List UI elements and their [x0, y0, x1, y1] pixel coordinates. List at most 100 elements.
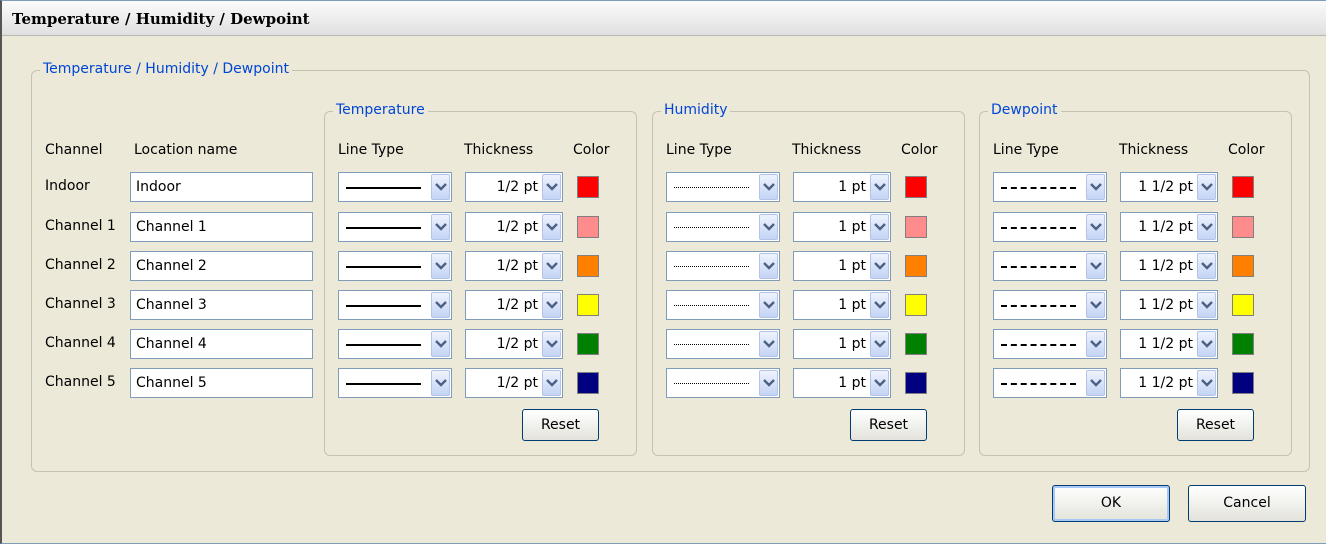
combo-arrow-button[interactable] — [542, 292, 561, 318]
color-swatch[interactable] — [1232, 255, 1254, 277]
combo-arrow-button[interactable] — [431, 292, 450, 318]
location-name-field[interactable]: Channel 3 — [130, 290, 313, 320]
combo-arrow-button[interactable] — [1086, 331, 1105, 357]
thickness-select[interactable]: 1/2 pt — [465, 368, 563, 398]
combo-arrow-button[interactable] — [759, 292, 778, 318]
color-swatch[interactable] — [905, 333, 927, 355]
combo-arrow-button[interactable] — [1197, 174, 1216, 200]
line-type-select[interactable] — [993, 251, 1107, 281]
combo-arrow-button[interactable] — [1086, 174, 1105, 200]
thickness-select[interactable]: 1 1/2 pt — [1120, 329, 1218, 359]
line-type-select[interactable] — [993, 290, 1107, 320]
color-swatch[interactable] — [577, 255, 599, 277]
thickness-select[interactable]: 1/2 pt — [465, 172, 563, 202]
thickness-select[interactable]: 1/2 pt — [465, 212, 563, 242]
line-type-select[interactable] — [993, 172, 1107, 202]
combo-arrow-button[interactable] — [870, 214, 889, 240]
color-swatch[interactable] — [905, 294, 927, 316]
line-type-select[interactable] — [338, 290, 452, 320]
line-type-select[interactable] — [338, 212, 452, 242]
combo-arrow-button[interactable] — [759, 174, 778, 200]
thickness-select[interactable]: 1/2 pt — [465, 290, 563, 320]
color-swatch[interactable] — [905, 372, 927, 394]
combo-arrow-button[interactable] — [431, 214, 450, 240]
line-type-select[interactable] — [666, 251, 780, 281]
thickness-select[interactable]: 1 pt — [793, 172, 891, 202]
color-swatch[interactable] — [577, 372, 599, 394]
color-swatch[interactable] — [577, 333, 599, 355]
combo-arrow-button[interactable] — [431, 253, 450, 279]
combo-arrow-button[interactable] — [1086, 214, 1105, 240]
combo-arrow-button[interactable] — [1086, 370, 1105, 396]
combo-arrow-button[interactable] — [870, 174, 889, 200]
combo-arrow-button[interactable] — [1197, 292, 1216, 318]
combo-arrow-button[interactable] — [1197, 370, 1216, 396]
combo-arrow-button[interactable] — [870, 253, 889, 279]
combo-arrow-button[interactable] — [870, 292, 889, 318]
combo-arrow-button[interactable] — [759, 370, 778, 396]
thickness-select[interactable]: 1 pt — [793, 290, 891, 320]
thickness-select[interactable]: 1 pt — [793, 368, 891, 398]
line-type-select[interactable] — [338, 368, 452, 398]
color-swatch[interactable] — [905, 255, 927, 277]
combo-arrow-button[interactable] — [431, 174, 450, 200]
thickness-select[interactable]: 1 1/2 pt — [1120, 251, 1218, 281]
location-name-field[interactable]: Channel 1 — [130, 212, 313, 242]
color-swatch[interactable] — [577, 176, 599, 198]
temperature-reset-button[interactable]: Reset — [522, 409, 599, 441]
thickness-select[interactable]: 1 1/2 pt — [1120, 290, 1218, 320]
thickness-select[interactable]: 1 pt — [793, 329, 891, 359]
color-swatch[interactable] — [1232, 176, 1254, 198]
location-name-field[interactable]: Indoor — [130, 172, 313, 202]
combo-arrow-button[interactable] — [431, 370, 450, 396]
combo-arrow-button[interactable] — [542, 253, 561, 279]
cancel-button[interactable]: Cancel — [1188, 485, 1306, 522]
combo-arrow-button[interactable] — [759, 331, 778, 357]
combo-arrow-button[interactable] — [542, 370, 561, 396]
thickness-select[interactable]: 1 1/2 pt — [1120, 212, 1218, 242]
thickness-select[interactable]: 1 pt — [793, 251, 891, 281]
line-type-select[interactable] — [993, 212, 1107, 242]
thickness-select[interactable]: 1 1/2 pt — [1120, 172, 1218, 202]
line-type-select[interactable] — [666, 368, 780, 398]
combo-arrow-button[interactable] — [1197, 331, 1216, 357]
combo-arrow-button[interactable] — [542, 174, 561, 200]
color-swatch[interactable] — [1232, 216, 1254, 238]
thickness-select[interactable]: 1/2 pt — [465, 329, 563, 359]
line-type-select[interactable] — [338, 172, 452, 202]
line-type-select[interactable] — [993, 368, 1107, 398]
color-swatch[interactable] — [1232, 294, 1254, 316]
color-swatch[interactable] — [1232, 333, 1254, 355]
dewpoint-reset-button[interactable]: Reset — [1177, 409, 1254, 441]
combo-arrow-button[interactable] — [1086, 292, 1105, 318]
thickness-select[interactable]: 1 pt — [793, 212, 891, 242]
ok-button[interactable]: OK — [1052, 485, 1170, 522]
line-type-select[interactable] — [338, 329, 452, 359]
combo-arrow-button[interactable] — [870, 370, 889, 396]
combo-arrow-button[interactable] — [542, 214, 561, 240]
line-type-select[interactable] — [666, 290, 780, 320]
combo-arrow-button[interactable] — [1197, 214, 1216, 240]
combo-arrow-button[interactable] — [1197, 253, 1216, 279]
location-name-field[interactable]: Channel 4 — [130, 329, 313, 359]
line-type-select[interactable] — [993, 329, 1107, 359]
color-swatch[interactable] — [577, 294, 599, 316]
color-swatch[interactable] — [1232, 372, 1254, 394]
location-name-field[interactable]: Channel 2 — [130, 251, 313, 281]
line-type-select[interactable] — [666, 329, 780, 359]
combo-arrow-button[interactable] — [542, 331, 561, 357]
line-type-select[interactable] — [666, 212, 780, 242]
line-type-select[interactable] — [666, 172, 780, 202]
color-swatch[interactable] — [905, 176, 927, 198]
location-name-field[interactable]: Channel 5 — [130, 368, 313, 398]
thickness-select[interactable]: 1/2 pt — [465, 251, 563, 281]
combo-arrow-button[interactable] — [759, 253, 778, 279]
color-swatch[interactable] — [577, 216, 599, 238]
humidity-reset-button[interactable]: Reset — [850, 409, 927, 441]
thickness-select[interactable]: 1 1/2 pt — [1120, 368, 1218, 398]
color-swatch[interactable] — [905, 216, 927, 238]
combo-arrow-button[interactable] — [870, 331, 889, 357]
line-type-select[interactable] — [338, 251, 452, 281]
combo-arrow-button[interactable] — [759, 214, 778, 240]
combo-arrow-button[interactable] — [1086, 253, 1105, 279]
